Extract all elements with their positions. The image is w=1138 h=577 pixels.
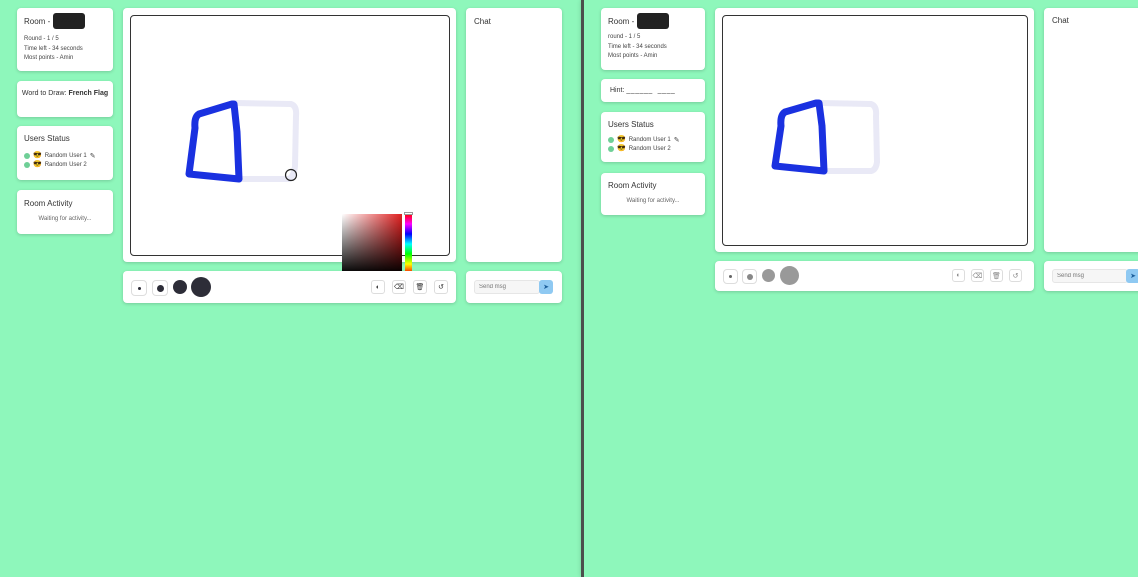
- hint-card: Hint: ______ ____: [601, 79, 705, 102]
- online-status-dot: [24, 152, 30, 159]
- avatar-icon: 😎: [617, 136, 626, 143]
- user-name: Random User 2: [628, 145, 671, 152]
- user-name: Random User 2: [44, 161, 87, 168]
- brush-size-large-button[interactable]: [173, 280, 187, 294]
- clear-canvas-button[interactable]: 🗑: [990, 269, 1003, 282]
- color-palette-button[interactable]: ◐: [371, 280, 385, 294]
- user-row: 😎 Random User 2: [24, 160, 106, 169]
- blue-stroke: [185, 100, 243, 183]
- word-prefix: Word to Draw:: [21, 90, 67, 97]
- room-code-redacted: XXXX: [53, 13, 86, 29]
- send-message-button[interactable]: ➤: [1126, 269, 1138, 283]
- room-label: Room -: [24, 16, 51, 26]
- round-text: round - 1 / 5: [608, 34, 641, 40]
- color-palette-button[interactable]: ◐: [952, 269, 965, 282]
- online-status-dot: [608, 145, 614, 152]
- brush-size-xlarge-button[interactable]: [191, 277, 211, 297]
- drawing-canvas[interactable]: [722, 15, 1028, 246]
- avatar-icon: 😎: [33, 161, 42, 168]
- palette-icon: ◐: [375, 283, 381, 291]
- user-name: Random User 1: [44, 152, 87, 159]
- chat-title: Chat: [1052, 16, 1069, 25]
- chat-input-card: ➤: [466, 271, 562, 303]
- pencil-icon: ✎: [89, 152, 96, 160]
- users-status-card: Users Status 😎 Random User 1 ✎ 😎 Random …: [601, 112, 705, 162]
- undo-icon: ↺: [1012, 272, 1019, 280]
- word-to-draw-card: Word to Draw: French Flag: [17, 81, 113, 117]
- brush-size-small-button[interactable]: [131, 280, 147, 296]
- brush-size-medium-button[interactable]: [742, 269, 757, 284]
- chat-message-input[interactable]: [1052, 269, 1128, 283]
- most-points-text: Most points - Amin: [24, 55, 74, 61]
- users-status-title: Users Status: [24, 134, 70, 143]
- activity-empty-text: Waiting for activity...: [38, 216, 92, 222]
- undo-icon: ↺: [438, 284, 444, 291]
- erased-stroke: [817, 100, 880, 174]
- eraser-button[interactable]: ⌫: [971, 269, 984, 282]
- user-name: Random User 1: [628, 136, 671, 143]
- brush-size-large-button[interactable]: [762, 269, 775, 282]
- eraser-button[interactable]: ⌫: [392, 280, 406, 294]
- room-label: Room -: [608, 16, 635, 26]
- avatar-icon: 😎: [617, 145, 626, 152]
- room-info-card: Room - XXXX round - 1 / 5 Time left - 34…: [601, 8, 705, 70]
- user-row: 😎 Random User 1 ✎: [608, 135, 698, 144]
- hint-label: Hint:: [610, 87, 625, 94]
- drawing-strokes: [771, 99, 880, 175]
- chat-card: Chat: [1044, 8, 1138, 252]
- avatar-icon: 😎: [33, 152, 42, 159]
- drawing-toolbar: ◐ ⌫ 🗑 ↺: [715, 261, 1034, 291]
- room-activity-card: Room Activity Waiting for activity...: [601, 173, 705, 215]
- send-message-button[interactable]: ➤: [539, 280, 553, 294]
- most-points-text: Most points - Amin: [608, 53, 658, 59]
- pencil-icon: ✎: [673, 136, 680, 144]
- word-value: French Flag: [68, 90, 109, 97]
- users-status-card: Users Status 😎 Random User 1 ✎ 😎 Random …: [17, 126, 113, 180]
- room-code-redacted: XXXX: [637, 13, 670, 29]
- color-picker[interactable]: [342, 212, 417, 274]
- drawing-toolbar: ◐ ⌫ 🗑 ↺: [123, 271, 456, 303]
- room-info-card: Room - XXXX Round - 1 / 5 Time left - 34…: [17, 8, 113, 71]
- room-activity-card: Room Activity Waiting for activity...: [17, 190, 113, 234]
- brush-size-medium-button[interactable]: [152, 280, 168, 296]
- activity-empty-text: Waiting for activity...: [626, 198, 680, 204]
- send-icon: ➤: [1130, 273, 1136, 280]
- saturation-area[interactable]: [342, 214, 402, 274]
- time-left-text: Time left - 34 seconds: [608, 43, 667, 50]
- undo-button[interactable]: ↺: [1009, 269, 1022, 282]
- hue-slider-handle[interactable]: [404, 212, 413, 215]
- blue-stroke: [771, 99, 828, 175]
- right-pane: Room - XXXX round - 1 / 5 Time left - 34…: [584, 0, 1138, 577]
- user-row: 😎 Random User 1 ✎: [24, 151, 106, 160]
- chat-input-card: ➤: [1044, 261, 1138, 291]
- clear-canvas-button[interactable]: 🗑: [413, 280, 427, 294]
- chat-card: Chat: [466, 8, 562, 262]
- hint-value: ______ ____: [626, 87, 676, 94]
- hue-slider[interactable]: [405, 214, 412, 274]
- palette-icon: ◐: [956, 272, 961, 279]
- canvas-card: [715, 8, 1034, 252]
- eraser-icon: ⌫: [394, 284, 404, 291]
- left-pane: Room - XXXX Round - 1 / 5 Time left - 34…: [0, 0, 581, 577]
- round-text: Round - 1 / 5: [24, 36, 59, 42]
- room-activity-title: Room Activity: [24, 199, 73, 208]
- trash-icon: 🗑: [415, 284, 425, 291]
- trash-icon: 🗑: [992, 272, 1001, 280]
- time-left-text: Time left - 34 seconds: [24, 45, 83, 52]
- users-status-title: Users Status: [608, 120, 654, 129]
- online-status-dot: [608, 136, 614, 143]
- brush-size-xlarge-button[interactable]: [780, 266, 799, 285]
- eraser-icon: ⌫: [972, 272, 983, 280]
- room-title: Room - XXXX: [24, 13, 106, 29]
- user-row: 😎 Random User 2: [608, 144, 698, 153]
- room-activity-title: Room Activity: [608, 181, 657, 190]
- undo-button[interactable]: ↺: [434, 280, 448, 294]
- send-icon: ➤: [543, 284, 549, 291]
- brush-size-small-button[interactable]: [723, 269, 738, 284]
- chat-title: Chat: [474, 17, 491, 26]
- online-status-dot: [24, 161, 30, 168]
- room-title: Room - XXXX: [608, 13, 698, 29]
- chat-message-input[interactable]: [474, 280, 540, 294]
- erased-stroke: [233, 100, 300, 182]
